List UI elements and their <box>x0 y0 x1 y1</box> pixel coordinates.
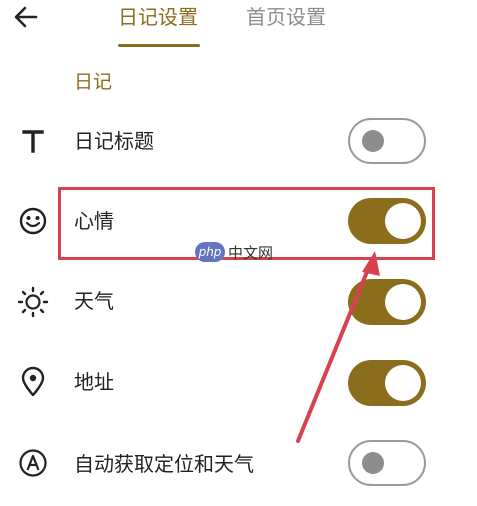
smiley-face-icon <box>14 202 52 240</box>
toggle-knob <box>362 130 384 152</box>
watermark-badge: php <box>195 242 225 262</box>
toggle-auto-location-weather[interactable] <box>348 440 426 486</box>
setting-label-weather: 天气 <box>74 289 114 313</box>
circle-a-icon <box>14 444 52 482</box>
location-pin-icon <box>14 363 52 401</box>
toggle-diary-title[interactable] <box>348 118 426 164</box>
settings-screen: 日记设置 首页设置 日记 日记标题 心情 天气 地址 自动获取定位和天气 php… <box>0 0 477 506</box>
toggle-address[interactable] <box>348 360 426 406</box>
setting-label-diary-title: 日记标题 <box>74 129 154 153</box>
watermark: php 中文网 <box>195 240 273 264</box>
active-tab-indicator <box>118 44 200 47</box>
back-arrow-icon <box>14 6 38 28</box>
tab-home-settings[interactable]: 首页设置 <box>246 2 326 32</box>
back-button[interactable] <box>6 0 46 34</box>
toggle-knob <box>385 365 421 401</box>
toggle-weather[interactable] <box>348 279 426 325</box>
setting-label-auto-location-weather: 自动获取定位和天气 <box>74 452 254 476</box>
toggle-knob <box>385 284 421 320</box>
setting-label-address: 地址 <box>74 370 114 394</box>
toggle-knob <box>362 452 384 474</box>
watermark-text: 中文网 <box>228 243 274 262</box>
text-t-icon <box>14 122 52 160</box>
sun-icon <box>14 283 52 321</box>
tab-diary-settings[interactable]: 日记设置 <box>118 2 198 32</box>
section-title: 日记 <box>74 71 113 93</box>
